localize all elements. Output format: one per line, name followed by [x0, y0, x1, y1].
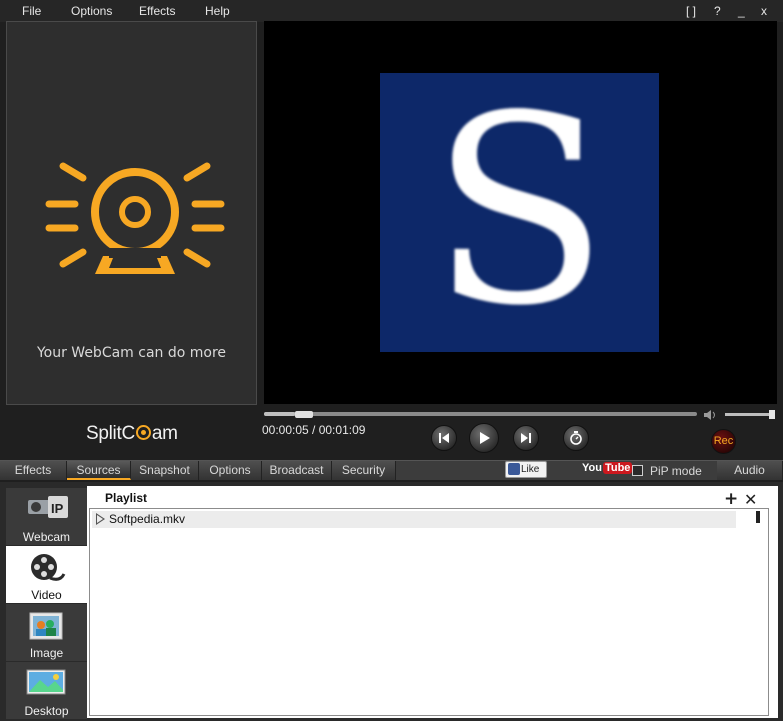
- fullscreen-button[interactable]: [ ]: [686, 4, 696, 18]
- brand-am: am: [151, 423, 178, 444]
- pip-checkbox[interactable]: [632, 465, 643, 476]
- promo-panel: Your WebCam can do more: [6, 21, 257, 405]
- minimize-button[interactable]: _: [738, 4, 745, 18]
- seek-bar[interactable]: [264, 412, 697, 416]
- svg-text:IP: IP: [51, 501, 64, 516]
- seek-progress: [264, 412, 296, 416]
- menu-effects[interactable]: Effects: [139, 4, 175, 18]
- sources-list: IP Webcam Video Image Desktop: [6, 488, 87, 719]
- tab-options[interactable]: Options: [199, 461, 262, 480]
- playlist-item-label: Softpedia.mkv: [109, 512, 186, 526]
- youtube-you: You: [582, 462, 602, 474]
- youtube-tube: Tube: [602, 462, 633, 474]
- film-reel-icon: [31, 554, 66, 581]
- snapshot-timer-button[interactable]: [563, 425, 589, 451]
- tab-sources[interactable]: Sources: [67, 461, 131, 480]
- playlist-item[interactable]: Softpedia.mkv: [92, 511, 736, 528]
- timer-icon: [570, 431, 582, 445]
- next-button[interactable]: [513, 425, 539, 451]
- picture-icon: [29, 612, 63, 640]
- previous-button[interactable]: [431, 425, 457, 451]
- play-item-icon: [96, 513, 105, 525]
- like-label: Like: [521, 464, 540, 475]
- webcam-rays-icon: [45, 162, 225, 274]
- skip-back-icon: [439, 433, 449, 443]
- speaker-icon[interactable]: [704, 410, 716, 420]
- tab-snapshot[interactable]: Snapshot: [131, 461, 199, 480]
- source-image-label: Image: [29, 646, 64, 660]
- timecode: 00:00:05 / 00:01:09: [262, 423, 366, 437]
- brand-split: Split: [86, 423, 122, 444]
- play-button[interactable]: [469, 423, 499, 453]
- playlist-title: Playlist: [105, 491, 148, 505]
- source-desktop[interactable]: Desktop: [6, 662, 87, 719]
- playlist-list: Softpedia.mkv: [89, 508, 769, 716]
- tab-audio[interactable]: Audio: [717, 461, 783, 480]
- help-button[interactable]: ?: [714, 4, 721, 18]
- playlist-scrollbar[interactable]: [756, 511, 760, 523]
- source-webcam[interactable]: IP Webcam: [6, 488, 87, 545]
- facebook-like-button[interactable]: Like: [505, 461, 547, 478]
- source-video-label: Video: [31, 588, 62, 602]
- menu-bar: File Options Effects Help [ ] ? _ x: [0, 0, 783, 22]
- source-image[interactable]: Image: [6, 604, 87, 661]
- tab-broadcast[interactable]: Broadcast: [262, 461, 332, 480]
- menu-help[interactable]: Help: [205, 4, 230, 18]
- seek-handle[interactable]: [295, 411, 314, 418]
- close-button[interactable]: x: [761, 4, 767, 18]
- pip-label: PiP mode: [650, 464, 702, 478]
- ip-camera-icon: IP: [28, 496, 68, 518]
- video-preview[interactable]: S: [264, 21, 777, 404]
- tab-effects[interactable]: Effects: [0, 461, 67, 480]
- softpedia-logo: S: [380, 73, 659, 352]
- remove-file-icon[interactable]: ✕: [744, 490, 757, 509]
- menu-file[interactable]: File: [22, 4, 41, 18]
- play-icon: [480, 432, 490, 444]
- brand-o-icon: [135, 425, 151, 440]
- source-webcam-label: Webcam: [22, 530, 71, 544]
- thumbs-up-icon: [508, 463, 520, 475]
- source-desktop-label: Desktop: [24, 704, 69, 718]
- volume-handle[interactable]: [769, 410, 775, 419]
- playlist-panel: Playlist + ✕ Softpedia.mkv: [87, 486, 778, 718]
- skip-forward-icon: [521, 433, 531, 443]
- splitcam-logo: SplitC am: [86, 423, 178, 445]
- pip-mode-toggle[interactable]: PiP mode: [632, 464, 702, 478]
- add-file-icon[interactable]: +: [724, 489, 738, 509]
- promo-text: Your WebCam can do more: [36, 345, 227, 361]
- source-video[interactable]: Video: [6, 546, 87, 603]
- volume-bar[interactable]: [725, 413, 775, 416]
- logo-letter: S: [430, 73, 609, 352]
- record-button[interactable]: Rec: [711, 429, 736, 454]
- tab-security[interactable]: Security: [332, 461, 396, 480]
- menu-options[interactable]: Options: [71, 4, 112, 18]
- youtube-button[interactable]: You Tube: [582, 462, 633, 474]
- brand-c: C: [121, 423, 135, 444]
- desktop-icon: [26, 669, 66, 695]
